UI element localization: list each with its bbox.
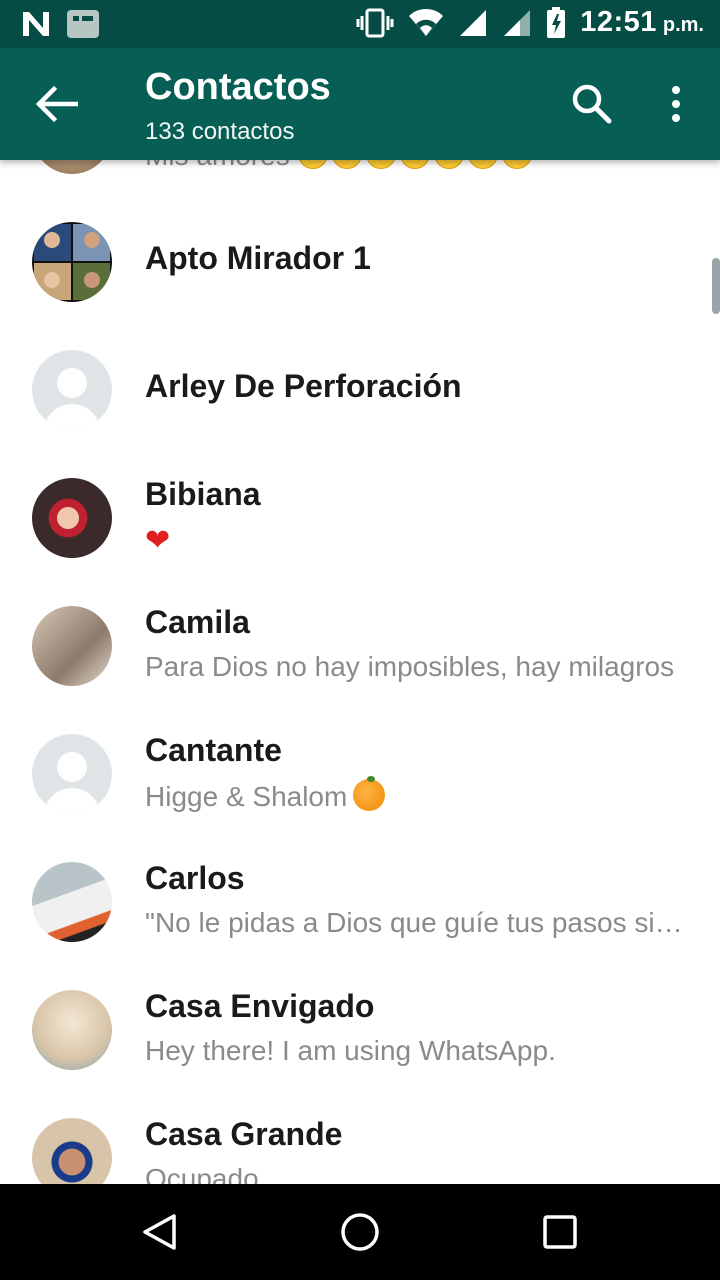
avatar [32, 862, 112, 942]
avatar [32, 478, 112, 558]
avatar [32, 222, 112, 302]
contact-row[interactable]: Apto Mirador 1 [0, 198, 720, 326]
navigation-bar [0, 1184, 720, 1280]
contact-name: Cantante [145, 732, 282, 768]
n-logo-icon [23, 12, 49, 36]
avatar [32, 606, 112, 686]
status-time: 12:51 [580, 6, 657, 38]
contact-row[interactable]: Mis amores [0, 160, 720, 198]
battery-charging-icon [547, 6, 566, 38]
contact-status: Hey there! I am using WhatsApp. [145, 1035, 556, 1066]
contact-name: Bibiana [145, 476, 261, 512]
contact-list: Mis amores Apto Mirador 1 Arley De Perfo… [0, 160, 720, 1184]
screen: 12:51p.m. Contactos 133 contactos Mis am… [0, 0, 720, 1280]
home-circle-icon[interactable] [340, 1212, 380, 1252]
avatar [32, 990, 112, 1070]
contact-name: Arley De Perforación [145, 368, 462, 404]
contact-status: "No le pidas a Dios que guíe tus pasos s… [145, 907, 690, 938]
contact-name: Carlos [145, 860, 245, 896]
contact-name: Camila [145, 604, 250, 640]
app-bar: Contactos 133 contactos [0, 48, 720, 160]
signal-icon-2 [504, 9, 531, 36]
contact-row[interactable]: Carlos "No le pidas a Dios que guíe tus … [0, 838, 720, 966]
contact-row[interactable]: Arley De Perforación [0, 326, 720, 454]
contact-status: Para Dios no hay imposibles, hay milagro… [145, 651, 675, 682]
contact-name: Apto Mirador 1 [145, 240, 371, 276]
contact-status: Ocupado [145, 1163, 259, 1184]
vibrate-icon [356, 8, 394, 37]
page-title: Contactos [145, 66, 331, 108]
contact-row[interactable]: Camila Para Dios no hay imposibles, hay … [0, 582, 720, 710]
status-bar: 12:51 p.m. [0, 0, 720, 48]
heart-icon: ❤ [145, 524, 171, 557]
contact-row[interactable]: Casa Envigado Hey there! I am using What… [0, 966, 720, 1094]
avatar [32, 160, 112, 174]
gallery-icon [67, 10, 99, 38]
more-options-icon[interactable] [664, 82, 688, 126]
scrollbar[interactable] [712, 258, 720, 314]
contact-status: ❤ [145, 523, 690, 558]
orange-emoji-icon [353, 776, 386, 811]
back-triangle-icon[interactable] [140, 1212, 180, 1252]
contact-name: Casa Envigado [145, 988, 375, 1024]
contact-row[interactable]: Casa Grande Ocupado [0, 1094, 720, 1184]
contact-status: Mis amores [145, 160, 690, 172]
avatar [32, 1118, 112, 1184]
recents-square-icon[interactable] [540, 1212, 580, 1252]
contact-name: Casa Grande [145, 1116, 343, 1152]
contact-row[interactable]: Bibiana ❤ [0, 454, 720, 582]
contact-row[interactable]: Cantante Higge & Shalom [0, 710, 720, 838]
back-arrow-icon[interactable] [34, 84, 78, 124]
wifi-icon [409, 8, 444, 36]
search-icon[interactable] [570, 82, 614, 126]
status-ampm: p.m. [662, 14, 704, 36]
contact-status: Higge & Shalom [145, 776, 690, 813]
default-avatar-icon [32, 350, 112, 430]
contact-count: 133 contactos [145, 118, 295, 145]
photo-collage-icon [34, 224, 110, 300]
default-avatar-icon [32, 734, 112, 814]
emoji-row [297, 160, 532, 169]
signal-icon [460, 9, 487, 36]
